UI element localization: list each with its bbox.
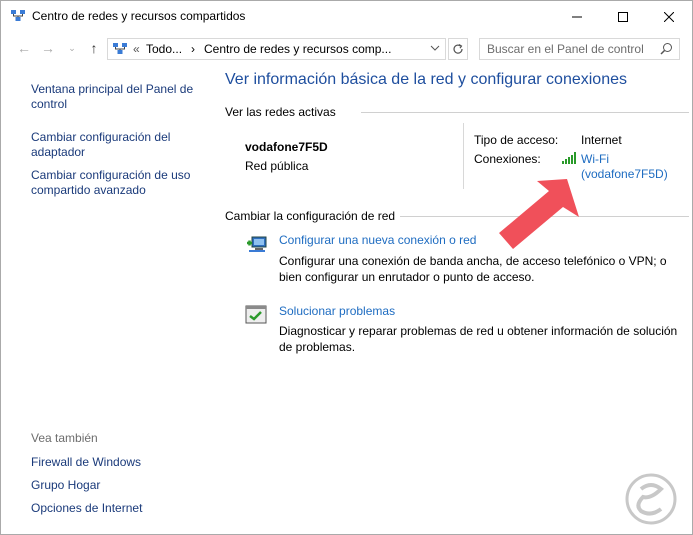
network-center-icon: [10, 9, 26, 23]
internet-options-link[interactable]: Opciones de Internet: [31, 501, 211, 516]
wifi-link-line1[interactable]: Wi-Fi: [581, 152, 668, 167]
close-icon: [664, 11, 674, 22]
search-icon[interactable]: [660, 42, 673, 58]
breadcrumb-current[interactable]: Centro de redes y recursos comp...: [204, 42, 391, 56]
minimize-button[interactable]: [554, 1, 600, 32]
breadcrumb-separator[interactable]: ›: [191, 42, 195, 56]
search-placeholder[interactable]: Buscar en el Panel de control: [487, 42, 644, 56]
search-box[interactable]: Buscar en el Panel de control: [479, 38, 680, 60]
connections-label: Conexiones:: [474, 152, 541, 166]
control-panel-home-link[interactable]: Ventana principal del Panel de control: [31, 82, 211, 112]
forward-button[interactable]: →: [39, 38, 57, 58]
breadcrumb-todo[interactable]: Todo...: [146, 42, 182, 56]
maximize-icon: [618, 11, 628, 22]
maximize-button[interactable]: [600, 1, 646, 32]
refresh-icon: [453, 43, 463, 54]
divider: [361, 112, 689, 113]
access-type-label: Tipo de acceso:: [474, 133, 559, 147]
troubleshoot-description: Diagnosticar y reparar problemas de red …: [279, 324, 678, 354]
setup-new-connection-description: Configurar una conexión de banda ancha, …: [279, 254, 667, 284]
new-connection-icon: [245, 233, 267, 253]
up-arrow-icon: ↑: [90, 40, 98, 56]
change-settings-heading: Cambiar la configuración de red: [225, 209, 396, 223]
advanced-sharing-settings-link[interactable]: Cambiar configuración de uso compartido …: [31, 168, 211, 198]
homegroup-link[interactable]: Grupo Hogar: [31, 478, 211, 493]
control-panel-icon: [112, 42, 128, 56]
setup-new-connection-link[interactable]: Configurar una nueva conexión o red: [279, 233, 476, 247]
network-type: Red pública: [245, 159, 309, 173]
refresh-button[interactable]: [448, 38, 468, 60]
recent-locations-button[interactable]: ⌄: [63, 38, 81, 58]
back-arrow-icon: ←: [17, 40, 31, 56]
wifi-connection-link[interactable]: Wi-Fi (vodafone7F5D): [581, 152, 668, 182]
change-adapter-settings-link[interactable]: Cambiar configuración del adaptador: [31, 130, 211, 160]
window: Centro de redes y recursos compartidos ←…: [0, 0, 693, 535]
address-dropdown-icon[interactable]: [430, 41, 440, 58]
minimize-icon: [572, 16, 582, 17]
wifi-link-line2[interactable]: (vodafone7F5D): [581, 167, 668, 182]
main-pane: Ver información básica de la red y confi…: [219, 64, 692, 534]
active-networks-heading: Ver las redes activas: [225, 105, 336, 119]
window-title: Centro de redes y recursos compartidos: [32, 9, 246, 23]
troubleshoot-icon: [245, 304, 267, 324]
network-name: vodafone7F5D: [245, 140, 328, 154]
navigation-bar: ← → ⌄ ↑ « Todo... › Centro de redes y re…: [1, 34, 692, 64]
left-pane: Ventana principal del Panel de control C…: [1, 64, 219, 534]
brand-logo-icon: [621, 471, 681, 527]
page-title: Ver información básica de la red y confi…: [225, 71, 627, 88]
vertical-divider: [463, 123, 464, 189]
breadcrumb-overflow[interactable]: «: [133, 42, 140, 56]
troubleshoot-link[interactable]: Solucionar problemas: [279, 304, 395, 318]
forward-arrow-icon: →: [41, 40, 55, 56]
close-button[interactable]: [646, 1, 692, 32]
annotation-arrow-icon: [495, 167, 585, 256]
chevron-down-icon: ⌄: [68, 42, 76, 53]
see-also-heading: Vea también: [31, 431, 98, 445]
address-bar[interactable]: « Todo... › Centro de redes y recursos c…: [107, 38, 446, 60]
windows-firewall-link[interactable]: Firewall de Windows: [31, 455, 211, 470]
access-type-value: Internet: [581, 133, 622, 147]
back-button[interactable]: ←: [15, 38, 33, 58]
wifi-signal-icon: [562, 152, 576, 167]
up-button[interactable]: ↑: [85, 38, 103, 58]
title-bar: Centro de redes y recursos compartidos: [1, 1, 692, 32]
